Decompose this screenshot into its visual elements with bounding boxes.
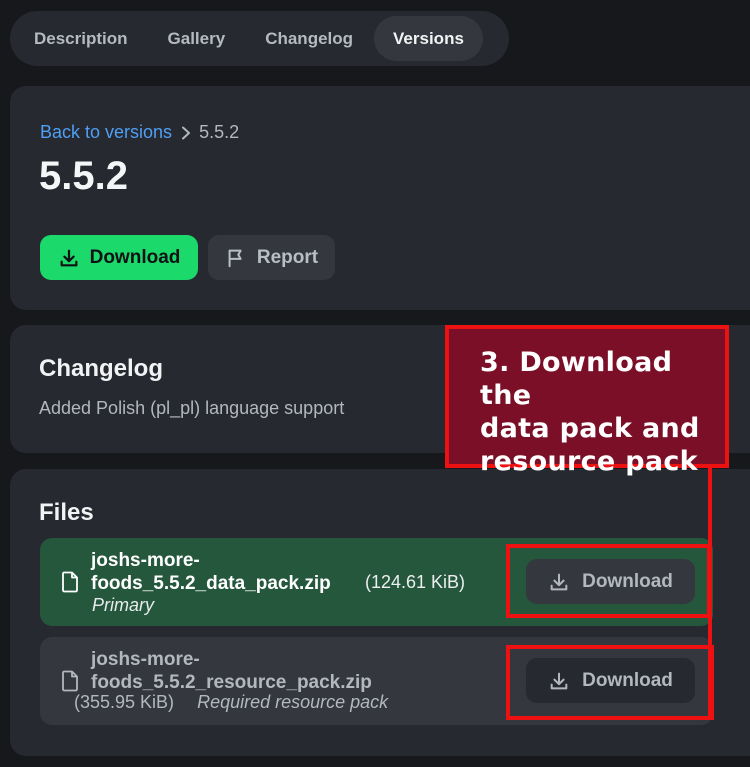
tab-changelog[interactable]: Changelog bbox=[246, 16, 372, 61]
annotation-highlight-resource-pack bbox=[506, 645, 714, 720]
download-button[interactable]: Download bbox=[40, 235, 198, 280]
download-icon bbox=[60, 249, 78, 266]
file-meta: (355.95 KiB) Required resource pack bbox=[74, 692, 388, 713]
report-button[interactable]: Report bbox=[208, 235, 335, 280]
file-name[interactable]: joshs-more- foods_5.5.2_resource_pack.zi… bbox=[91, 648, 372, 694]
file-size: (355.95 KiB) bbox=[74, 692, 175, 712]
tab-gallery[interactable]: Gallery bbox=[149, 16, 245, 61]
tab-versions[interactable]: Versions bbox=[374, 16, 483, 61]
flag-icon bbox=[228, 249, 242, 267]
tab-description[interactable]: Description bbox=[15, 16, 147, 61]
file-name[interactable]: joshs-more- foods_5.5.2_data_pack.zip bbox=[91, 549, 331, 595]
changelog-heading: Changelog bbox=[39, 355, 163, 382]
breadcrumb: Back to versions 5.5.2 bbox=[40, 122, 239, 143]
files-heading: Files bbox=[39, 499, 94, 526]
annotation-callout: 3. Download the data pack and resource p… bbox=[445, 325, 729, 477]
breadcrumb-current: 5.5.2 bbox=[199, 122, 240, 142]
back-to-versions-link[interactable]: Back to versions bbox=[40, 122, 172, 143]
changelog-text: Added Polish (pl_pl) language support bbox=[39, 398, 345, 418]
version-card: Back to versions 5.5.2 5.5.2 Download Re… bbox=[10, 86, 750, 310]
file-icon bbox=[62, 670, 78, 692]
file-icon bbox=[62, 571, 78, 593]
primary-badge: Primary bbox=[92, 595, 154, 615]
download-button-label: Download bbox=[89, 246, 181, 268]
version-tabs: Description Gallery Changelog Versions bbox=[10, 11, 509, 66]
page-title: 5.5.2 bbox=[39, 154, 128, 198]
report-button-label: Report bbox=[256, 246, 319, 268]
file-size: (124.61 KiB) bbox=[365, 572, 466, 592]
chevron-right-icon bbox=[181, 126, 191, 140]
required-badge: Required resource pack bbox=[197, 692, 389, 712]
annotation-highlight-data-pack bbox=[506, 544, 711, 618]
